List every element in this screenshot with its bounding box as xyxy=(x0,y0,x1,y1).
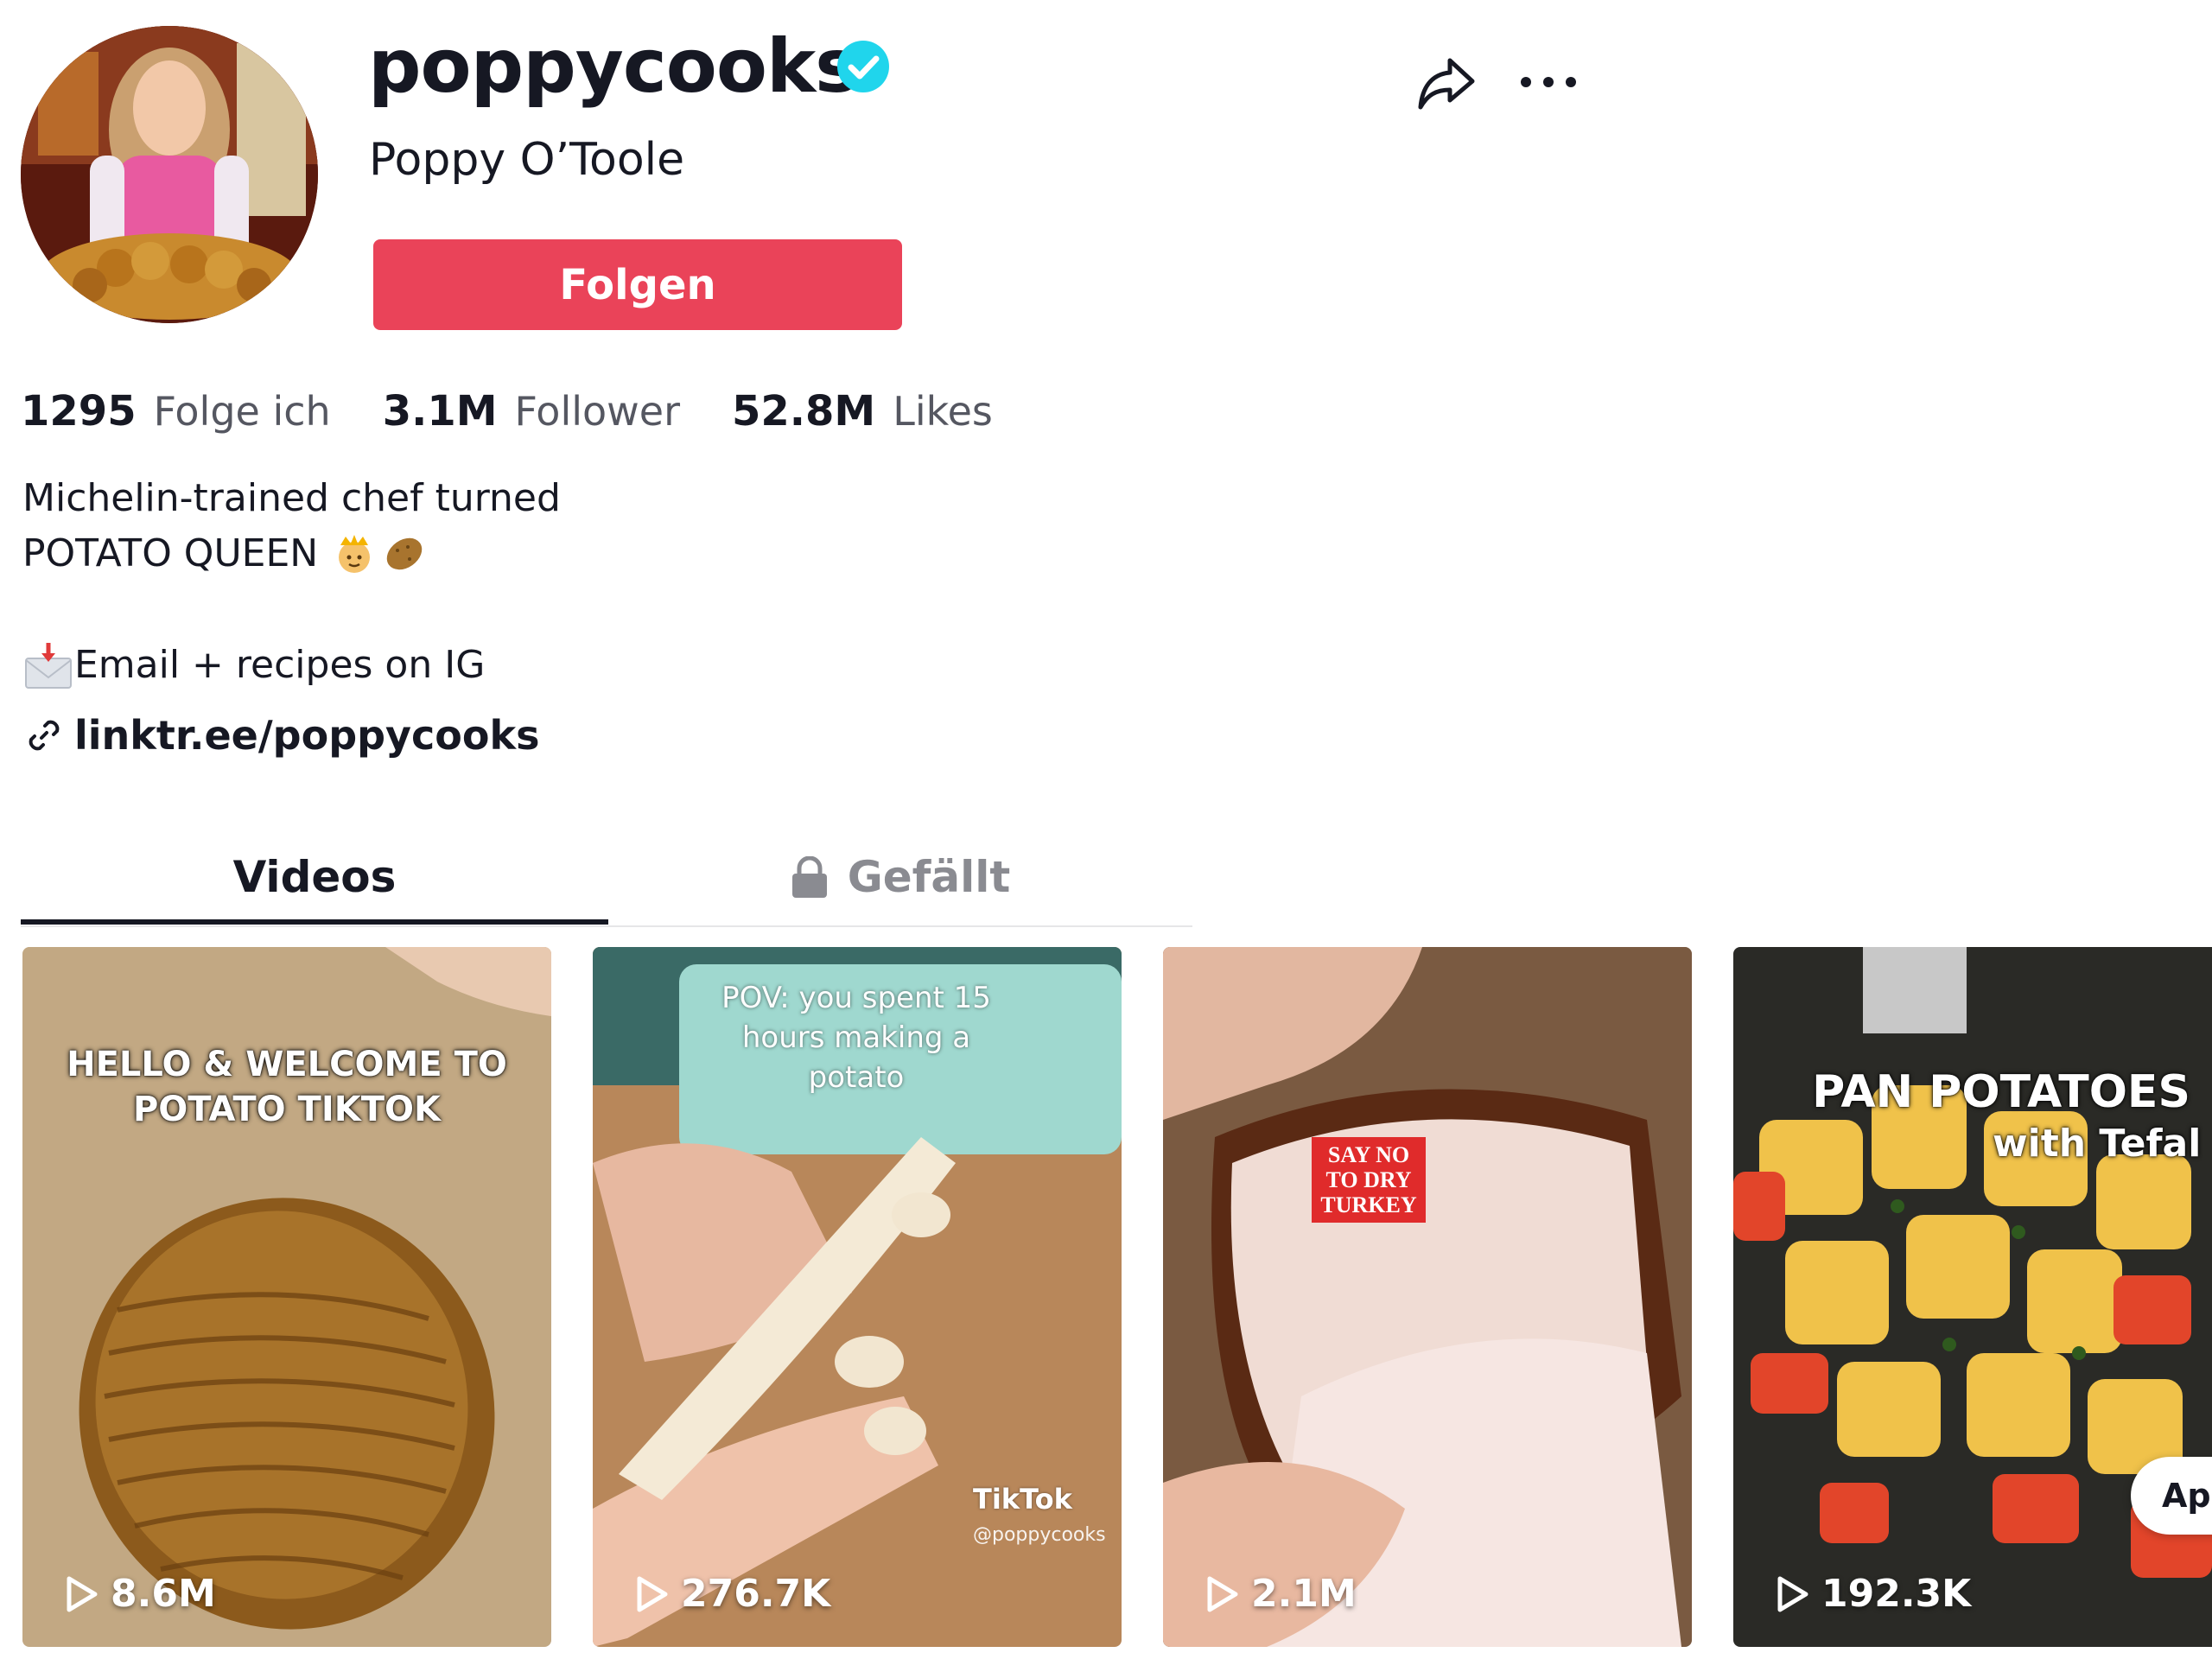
video-caption: HELLO & WELCOME TO POTATO TIKTOK xyxy=(67,1045,507,1129)
tab-label: Videos xyxy=(232,852,397,902)
active-tab-indicator xyxy=(21,919,608,925)
username: poppycooks xyxy=(368,23,859,110)
stat-following[interactable]: 1295 Folge ich xyxy=(21,387,331,435)
play-icon xyxy=(67,1576,98,1611)
play-icon xyxy=(1777,1576,1808,1611)
video-views: 192.3K xyxy=(1775,1572,1971,1616)
bio-text: POTATO QUEEN xyxy=(22,531,319,575)
watermark-handle: @poppycooks xyxy=(973,1524,1106,1546)
video-views: 2.1M xyxy=(1205,1572,1357,1616)
play-icon xyxy=(637,1576,668,1611)
video-views: 8.6M xyxy=(64,1572,216,1616)
video-thumbnail xyxy=(1163,947,1692,1647)
play-icon xyxy=(1207,1576,1238,1611)
views-count: 2.1M xyxy=(1251,1572,1357,1616)
bio-text: Email + recipes on IG xyxy=(74,643,486,687)
crown-emoji-icon xyxy=(339,535,371,573)
link-text: linktr.ee/poppycooks xyxy=(74,712,540,759)
envelope-icon xyxy=(25,643,72,689)
video-subcaption: with Tefal xyxy=(1993,1122,2202,1166)
nickname: Poppy O’Toole xyxy=(369,134,685,186)
stat-label: Follower xyxy=(514,388,680,435)
stat-followers[interactable]: 3.1M Follower xyxy=(383,387,680,435)
stat-value: 3.1M xyxy=(382,387,498,435)
tiktok-watermark: TikTok xyxy=(973,1483,1111,1516)
bio-line: Michelin-trained chef turned xyxy=(22,476,561,520)
bio-line: POTATO QUEEN xyxy=(22,526,561,582)
lock-icon xyxy=(791,856,827,898)
tab-videos[interactable]: Videos xyxy=(21,834,608,920)
video-thumbnail xyxy=(1733,947,2212,1647)
stat-likes: 52.8M Likes xyxy=(732,387,993,435)
video-caption: PAN POTATOES xyxy=(1812,1066,2190,1118)
views-count: 8.6M xyxy=(111,1572,216,1616)
profile-stats: 1295 Folge ich 3.1M Follower 52.8M Likes xyxy=(21,380,1045,442)
stat-value: 1295 xyxy=(21,387,137,435)
stat-label: Likes xyxy=(893,388,993,435)
avatar-image xyxy=(21,26,318,323)
bio-email-line: Email + recipes on IG xyxy=(22,638,485,693)
watermark-text: TikTok xyxy=(973,1483,1072,1516)
tab-liked[interactable]: Gefällt xyxy=(608,834,1192,920)
video-tile[interactable]: SAY NO TO DRY TURKEY 2.1M xyxy=(1163,947,1692,1647)
bio-link[interactable]: linktr.ee/poppycooks xyxy=(24,712,539,759)
profile-tabs: Videos Gefällt xyxy=(21,834,1192,927)
video-caption: SAY NO TO DRY TURKEY xyxy=(1312,1137,1426,1223)
tab-label: Gefällt xyxy=(847,852,1011,902)
follow-button[interactable]: Folgen xyxy=(373,239,902,330)
link-icon xyxy=(29,720,60,751)
video-tile[interactable]: POV: you spent 15 hours making a potato … xyxy=(593,947,1122,1647)
views-count: 276.7K xyxy=(681,1572,831,1616)
bio: Michelin-trained chef turned POTATO QUEE… xyxy=(22,471,561,582)
stat-label: Folge ich xyxy=(153,388,331,435)
video-views: 276.7K xyxy=(634,1572,830,1616)
avatar[interactable] xyxy=(21,26,318,323)
potato-emoji-icon xyxy=(386,537,423,570)
stat-value: 52.8M xyxy=(732,387,876,435)
video-tile[interactable]: PAN POTATOES with Tefal 192.3K xyxy=(1733,947,2212,1647)
share-icon[interactable] xyxy=(1415,52,1478,114)
video-tile[interactable]: HELLO & WELCOME TO POTATO TIKTOK 8.6M xyxy=(22,947,551,1647)
more-icon[interactable] xyxy=(1519,67,1578,97)
video-caption: POV: you spent 15 hours making a potato xyxy=(721,981,991,1095)
views-count: 192.3K xyxy=(1821,1572,1972,1616)
verified-badge-icon xyxy=(837,41,889,92)
open-app-button[interactable]: Ap xyxy=(2131,1457,2212,1535)
